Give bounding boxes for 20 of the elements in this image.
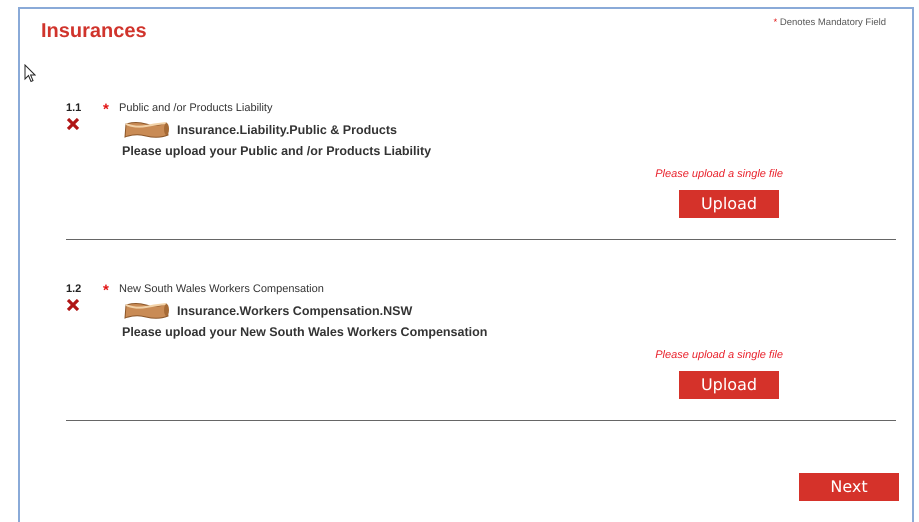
field-label: New South Wales Workers Compensation [119,282,324,296]
scroll-icon [122,301,170,321]
upload-button[interactable]: Upload [679,371,779,400]
mouse-pointer-icon [24,64,36,83]
item-number: 1.2 [66,282,82,296]
document-name: Insurance.Liability.Public & Products [177,122,397,139]
upload-hint: Please upload a single file [655,348,783,363]
field-label: Public and /or Products Liability [119,101,272,115]
upload-instruction: Please upload your New South Wales Workers Compensation [122,324,488,341]
required-marker: * [103,282,109,299]
next-button[interactable]: Next [799,473,899,501]
upload-hint: Please upload a single file [655,166,783,182]
scroll-icon [122,120,170,140]
upload-instruction: Please upload your Public and /or Products Liability [122,143,432,160]
mandatory-note: * Denotes Mandatory Field [774,16,886,30]
item-number: 1.1 [66,101,82,115]
upload-button[interactable]: Upload [679,190,779,218]
document-name: Insurance.Workers Compensation.NSW [177,302,412,320]
page-title: Insurances [40,19,147,43]
required-marker: * [103,101,109,118]
